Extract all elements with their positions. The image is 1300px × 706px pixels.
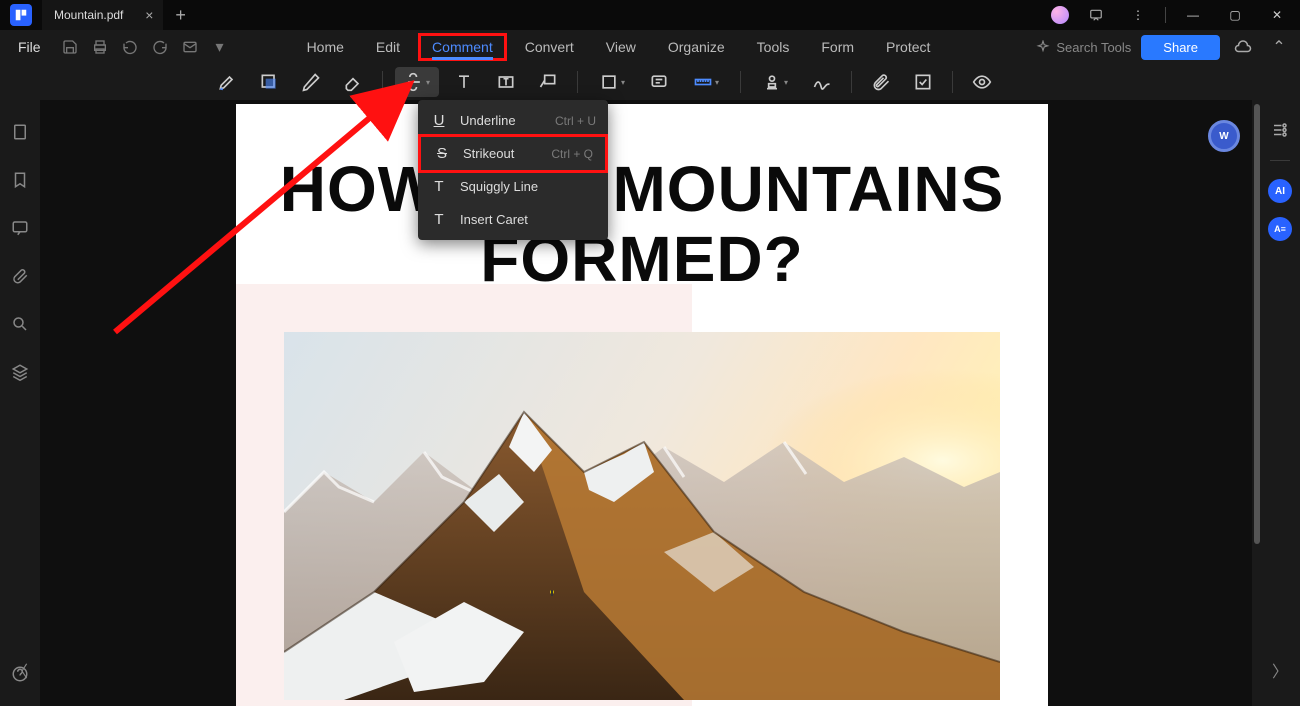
search-panel-icon[interactable] bbox=[8, 312, 32, 336]
strikeout-dropdown: U Underline Ctrl + U S Strikeout Ctrl + … bbox=[418, 100, 608, 240]
tab-organize[interactable]: Organize bbox=[654, 33, 739, 61]
attachments-panel-icon[interactable] bbox=[8, 264, 32, 288]
ai-translate-icon[interactable]: A≡ bbox=[1268, 217, 1292, 241]
sparkle-icon bbox=[1036, 40, 1050, 54]
tab-protect[interactable]: Protect bbox=[872, 33, 944, 61]
app-icon bbox=[10, 4, 32, 26]
sticky-note-tool-icon[interactable] bbox=[642, 67, 676, 97]
chevron-down-icon: ▾ bbox=[715, 78, 719, 87]
tab-convert[interactable]: Convert bbox=[511, 33, 588, 61]
user-avatar[interactable] bbox=[1051, 6, 1069, 24]
properties-icon[interactable] bbox=[1268, 118, 1292, 142]
checklist-tool-icon[interactable] bbox=[906, 67, 940, 97]
separator bbox=[740, 71, 741, 93]
window-titlebar: Mountain.pdf × + ⋮ — ▢ ✕ bbox=[0, 0, 1300, 30]
new-tab-button[interactable]: + bbox=[163, 5, 198, 26]
stamp-tool-icon[interactable]: ▾ bbox=[753, 67, 797, 97]
share-button[interactable]: Share bbox=[1141, 35, 1220, 60]
main-tabs: Home Edit Comment Convert View Organize … bbox=[293, 33, 945, 61]
left-sidebar bbox=[0, 100, 40, 706]
document-heading: HOW ARE MOUNTAINS FORMED? bbox=[236, 104, 1048, 295]
tab-title: Mountain.pdf bbox=[54, 8, 123, 22]
dropdown-item-shortcut: Ctrl + U bbox=[555, 114, 596, 128]
dropdown-item-label: Squiggly Line bbox=[460, 179, 538, 194]
dropdown-strikeout[interactable]: S Strikeout Ctrl + Q bbox=[418, 134, 608, 173]
search-tools[interactable]: Search Tools bbox=[1036, 40, 1131, 55]
document-image bbox=[284, 332, 1000, 700]
file-menu[interactable]: File bbox=[8, 35, 51, 59]
maximize-icon[interactable]: ▢ bbox=[1220, 0, 1250, 30]
caret-insert-icon: T bbox=[430, 211, 448, 228]
comments-panel-icon[interactable] bbox=[8, 216, 32, 240]
right-sidebar: AI A≡ bbox=[1260, 100, 1300, 241]
underline-icon: U bbox=[430, 112, 448, 129]
attachment-tool-icon[interactable] bbox=[864, 67, 898, 97]
dropdown-item-label: Insert Caret bbox=[460, 212, 528, 227]
search-tools-label: Search Tools bbox=[1056, 40, 1131, 55]
next-page-icon[interactable]: 〉 bbox=[1272, 658, 1288, 682]
dropdown-underline[interactable]: U Underline Ctrl + U bbox=[418, 104, 608, 137]
document-tab[interactable]: Mountain.pdf × bbox=[42, 0, 163, 30]
collapse-ribbon-icon[interactable]: ⌃ bbox=[1266, 34, 1292, 60]
save-icon[interactable] bbox=[57, 34, 83, 60]
dropdown-item-shortcut: Ctrl + Q bbox=[551, 147, 593, 161]
tab-view[interactable]: View bbox=[592, 33, 650, 61]
redo-icon[interactable] bbox=[147, 34, 173, 60]
callout-tool-icon[interactable] bbox=[531, 67, 565, 97]
thumbnails-icon[interactable] bbox=[8, 120, 32, 144]
document-canvas[interactable]: HOW ARE MOUNTAINS FORMED? bbox=[40, 100, 1252, 706]
separator bbox=[952, 71, 953, 93]
undo-icon[interactable] bbox=[117, 34, 143, 60]
chat-icon[interactable] bbox=[1081, 0, 1111, 30]
separator bbox=[382, 71, 383, 93]
chevron-down-icon: ▾ bbox=[784, 78, 788, 87]
bookmarks-icon[interactable] bbox=[8, 168, 32, 192]
cloud-sync-icon[interactable] bbox=[1230, 34, 1256, 60]
close-window-icon[interactable]: ✕ bbox=[1262, 0, 1292, 30]
text-tool-icon[interactable] bbox=[447, 67, 481, 97]
tab-comment[interactable]: Comment bbox=[418, 33, 507, 61]
divider bbox=[1165, 7, 1166, 23]
minimize-icon[interactable]: — bbox=[1178, 0, 1208, 30]
dropdown-icon[interactable]: ▾ bbox=[207, 34, 233, 60]
measure-tool-icon[interactable]: ▾ bbox=[684, 67, 728, 97]
separator bbox=[851, 71, 852, 93]
strikeout-tool-icon[interactable]: ▾ bbox=[395, 67, 439, 97]
dropdown-insert-caret[interactable]: T Insert Caret bbox=[418, 203, 608, 236]
eraser-tool-icon[interactable] bbox=[336, 67, 370, 97]
dropdown-item-label: Underline bbox=[460, 113, 516, 128]
print-icon[interactable] bbox=[87, 34, 113, 60]
highlighter-tool-icon[interactable] bbox=[210, 67, 244, 97]
mail-icon[interactable] bbox=[177, 34, 203, 60]
layers-icon[interactable] bbox=[8, 360, 32, 384]
squiggly-icon: T bbox=[430, 178, 448, 195]
pencil-tool-icon[interactable] bbox=[294, 67, 328, 97]
textbox-tool-icon[interactable] bbox=[489, 67, 523, 97]
ai-assistant-icon[interactable]: AI bbox=[1268, 179, 1292, 203]
dropdown-squiggly[interactable]: T Squiggly Line bbox=[418, 170, 608, 203]
strikeout-icon: S bbox=[433, 145, 451, 162]
area-highlight-tool-icon[interactable] bbox=[252, 67, 286, 97]
tab-edit[interactable]: Edit bbox=[362, 33, 414, 61]
menu-bar: File ▾ Home Edit Comment Convert View Or… bbox=[0, 30, 1300, 64]
close-tab-icon[interactable]: × bbox=[145, 7, 153, 23]
prev-page-icon[interactable]: 〈 bbox=[12, 658, 28, 682]
hide-comments-icon[interactable] bbox=[965, 67, 999, 97]
note-tool-icon[interactable]: ▾ bbox=[590, 67, 634, 97]
signature-tool-icon[interactable] bbox=[805, 67, 839, 97]
comment-toolbar: ▾ ▾ ▾ ▾ bbox=[0, 64, 1300, 100]
divider bbox=[1270, 160, 1290, 161]
pdf-page: HOW ARE MOUNTAINS FORMED? bbox=[236, 104, 1048, 706]
chevron-down-icon: ▾ bbox=[621, 78, 625, 87]
separator bbox=[577, 71, 578, 93]
kebab-menu-icon[interactable]: ⋮ bbox=[1123, 0, 1153, 30]
tab-tools[interactable]: Tools bbox=[743, 33, 804, 61]
chevron-down-icon: ▾ bbox=[426, 78, 430, 87]
collaborator-badge[interactable]: W bbox=[1208, 120, 1240, 152]
dropdown-item-label: Strikeout bbox=[463, 146, 514, 161]
tab-home[interactable]: Home bbox=[293, 33, 358, 61]
tab-form[interactable]: Form bbox=[807, 33, 868, 61]
